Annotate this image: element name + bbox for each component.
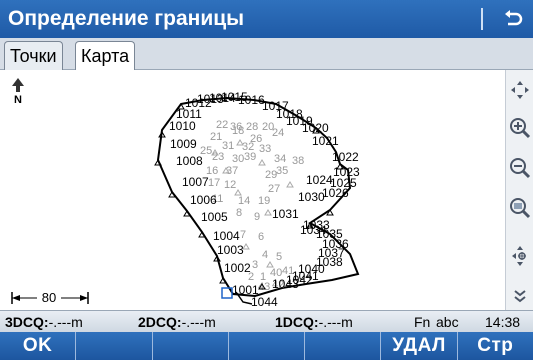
- fit-extent-button[interactable]: [506, 242, 533, 270]
- point-label: 6: [258, 231, 264, 243]
- toolbar-more-button[interactable]: [506, 282, 533, 310]
- back-arrow-icon: [505, 10, 523, 26]
- delete-button[interactable]: УДАЛ: [381, 332, 458, 360]
- pan-arrows-icon: [511, 81, 529, 99]
- q3-label: 3DCQ:: [5, 314, 49, 330]
- map-toolbar: [505, 70, 533, 310]
- point-label: 21: [210, 131, 222, 143]
- scale-bar: 80: [11, 290, 89, 305]
- point-label: 9: [254, 211, 260, 223]
- point-label: 22: [216, 119, 228, 131]
- point-label: 27: [268, 183, 280, 195]
- point-label: 1016: [238, 93, 265, 107]
- fit-extent-icon: [512, 246, 526, 266]
- point-label: 19: [258, 195, 270, 207]
- zoom-window-icon: [510, 198, 531, 219]
- q3-value: -.---m: [48, 314, 83, 330]
- tab-points[interactable]: Точки: [4, 41, 63, 70]
- point-label: 1006: [190, 193, 217, 207]
- page-title: Определение границы: [8, 7, 245, 30]
- q2-label: 2DCQ:: [138, 314, 182, 330]
- fn-indicator: Fn: [414, 314, 431, 330]
- softkey-bar: OK УДАЛ Стр: [0, 332, 533, 360]
- point-label: 1031: [272, 207, 299, 221]
- point-label: 5: [276, 251, 282, 263]
- ok-button[interactable]: OK: [0, 332, 77, 360]
- point-label: 1024: [306, 173, 333, 187]
- point-label: 1008: [176, 154, 203, 168]
- title-separator: [481, 8, 483, 30]
- tab-map[interactable]: Карта: [75, 41, 136, 71]
- point-label: 28: [246, 121, 258, 133]
- point-label: 1021: [312, 134, 339, 148]
- point-label: 1005: [201, 210, 228, 224]
- point-label: 12: [224, 179, 236, 191]
- point-label: 1009: [170, 137, 197, 151]
- scale-label: 80: [42, 290, 56, 305]
- zoom-in-button[interactable]: [506, 114, 533, 142]
- point-label: 36: [230, 121, 242, 133]
- point-label: 35: [276, 165, 288, 177]
- tab-strip: Точки Карта: [0, 38, 533, 71]
- back-button[interactable]: [493, 0, 533, 38]
- point-label: 1004: [213, 229, 240, 243]
- point-label: 1002: [224, 261, 251, 275]
- zoom-out-icon: [510, 158, 531, 179]
- page-label: Стр: [477, 335, 514, 356]
- point-label: 26: [250, 133, 262, 145]
- north-arrow-icon: N: [12, 78, 24, 106]
- q1-value: -.---m: [318, 314, 353, 330]
- q1-label: 1DCQ:: [275, 314, 319, 330]
- softkey-4[interactable]: [229, 332, 306, 360]
- point-label: 1007: [182, 175, 209, 189]
- point-label: 3: [252, 259, 258, 271]
- softkey-3[interactable]: [153, 332, 229, 360]
- point-label: 1001: [232, 283, 259, 297]
- point-label: 7: [240, 229, 246, 241]
- north-label: N: [14, 94, 22, 106]
- zoom-in-icon: [510, 118, 531, 139]
- point-label: 38: [292, 155, 304, 167]
- point-label: 8: [236, 207, 242, 219]
- point-label: 1022: [332, 150, 359, 164]
- ok-label: OK: [22, 335, 53, 356]
- chevron-double-down-icon: [514, 290, 526, 303]
- point-label: 24: [272, 127, 284, 139]
- point-label: 4: [262, 249, 268, 261]
- softkey-5[interactable]: [305, 332, 382, 360]
- point-label: 1010: [169, 119, 196, 133]
- point-label: 39: [244, 151, 256, 163]
- point-label: 1030: [298, 190, 325, 204]
- map-canvas[interactable]: N 80 30 31 32 33 34 38 29 37 12 17 19 14…: [0, 70, 505, 310]
- title-bar: Определение границы: [0, 0, 533, 38]
- zoom-window-button[interactable]: [506, 194, 533, 222]
- point-label: 1043: [272, 277, 299, 291]
- softkey-2[interactable]: [76, 332, 153, 360]
- point-label: 34: [274, 153, 286, 165]
- pan-button[interactable]: [506, 76, 533, 104]
- delete-label: УДАЛ: [392, 335, 446, 356]
- point-label: 14: [238, 195, 250, 207]
- point-label: 30: [232, 153, 244, 165]
- clock: 14:38: [485, 314, 521, 330]
- point-label: 17: [208, 177, 220, 189]
- status-bar: 3DCQ:-.---m 2DCQ:-.---m 1DCQ:-.---m Fn a…: [0, 310, 533, 332]
- page-button[interactable]: Стр: [458, 332, 533, 360]
- zoom-out-button[interactable]: [506, 154, 533, 182]
- map-view[interactable]: N 80 30 31 32 33 34 38 29 37 12 17 19 14…: [0, 70, 505, 310]
- q2-value: -.---m: [181, 314, 216, 330]
- point-label: 1026: [322, 186, 349, 200]
- point-label: 1003: [217, 243, 244, 257]
- point-label: 1044: [251, 295, 278, 309]
- input-mode: abc: [436, 314, 459, 330]
